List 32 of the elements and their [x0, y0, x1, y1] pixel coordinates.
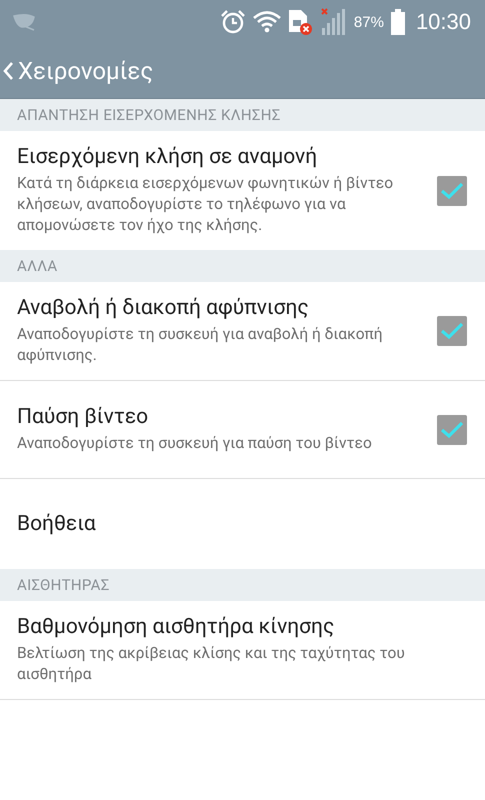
checkbox[interactable] — [437, 414, 467, 444]
back-icon — [2, 61, 14, 81]
clock-time: 10:30 — [416, 9, 471, 35]
setting-summary: Αναποδογυρίστε τη συσκευή για παύση του βίντεο — [17, 433, 373, 454]
setting-row[interactable]: Αναβολή ή διακοπή αφύπνισης Αναποδογυρίστε τη συσκευή για αναβολή ή διακοπή αφύπνισης. — [0, 282, 485, 381]
check-icon — [440, 322, 464, 340]
section-header: ΑΛΛΑ — [17, 257, 58, 275]
checkbox[interactable] — [437, 176, 467, 206]
setting-title: Αναβολή ή διακοπή αφύπνισης — [17, 296, 310, 320]
check-icon — [440, 420, 464, 438]
sim-card-icon — [288, 8, 314, 36]
wifi-icon — [252, 11, 281, 33]
setting-row[interactable]: Παύση βίντεο Αναποδογυρίστε τη συσκευή για παύση του βίντεο — [0, 381, 485, 479]
signal-icon — [320, 8, 347, 36]
setting-summary: Κατά τη διάρκεια εισερχόμενων φωνητικών ή βίντεο κλήσεων, αναποδογυρίστε το τηλέφωνο για να απομονώσετε τον ήχο της κλήσης. — [17, 173, 394, 236]
setting-row[interactable]: Εισερχόμενη κλήση σε αναμονή Κατά τη διάρκεια εισερχόμενων φωνητικών ή βίντεο κλήσεων, αναποδογυρίστε το τηλέφωνο για να απομονώσετε τον ήχο της κλήσης. — [0, 131, 485, 250]
setting-summary: Βελτίωση της ακρίβειας κλίσης και της ταχύτητας του αισθητήρα — [17, 643, 406, 685]
battery-icon — [390, 9, 405, 35]
alarm-clock-icon — [220, 9, 246, 35]
setting-title: Παύση βίντεο — [17, 405, 150, 429]
section-header: ΑΠΑΝΤΗΣΗ ΕΙΣΕΡΧΟΜΕΝΗΣ ΚΛΗΣΗΣ — [17, 106, 281, 124]
setting-title: Βοήθεια — [17, 512, 97, 536]
battery-percent: 87% — [354, 14, 384, 30]
check-icon — [440, 182, 464, 200]
setting-title: Βαθμονόμηση αισθητήρα κίνησης — [17, 615, 336, 639]
checkbox[interactable] — [437, 316, 467, 346]
setting-row[interactable]: Βαθμονόμηση αισθητήρα κίνησης Βελτίωση της ακρίβειας κλίσης και της ταχύτητας του αισθητήρα — [0, 601, 485, 700]
section-header: ΑΙΣΘΗΤΗΡΑΣ — [17, 576, 110, 594]
setting-summary: Αναποδογυρίστε τη συσκευή για αναβολή ή διακοπή αφύπνισης. — [17, 324, 384, 366]
setting-title: Εισερχόμενη κλήση σε αναμονή — [17, 145, 318, 169]
leaf-icon — [12, 13, 36, 31]
setting-row[interactable]: Βοήθεια — [0, 479, 485, 569]
